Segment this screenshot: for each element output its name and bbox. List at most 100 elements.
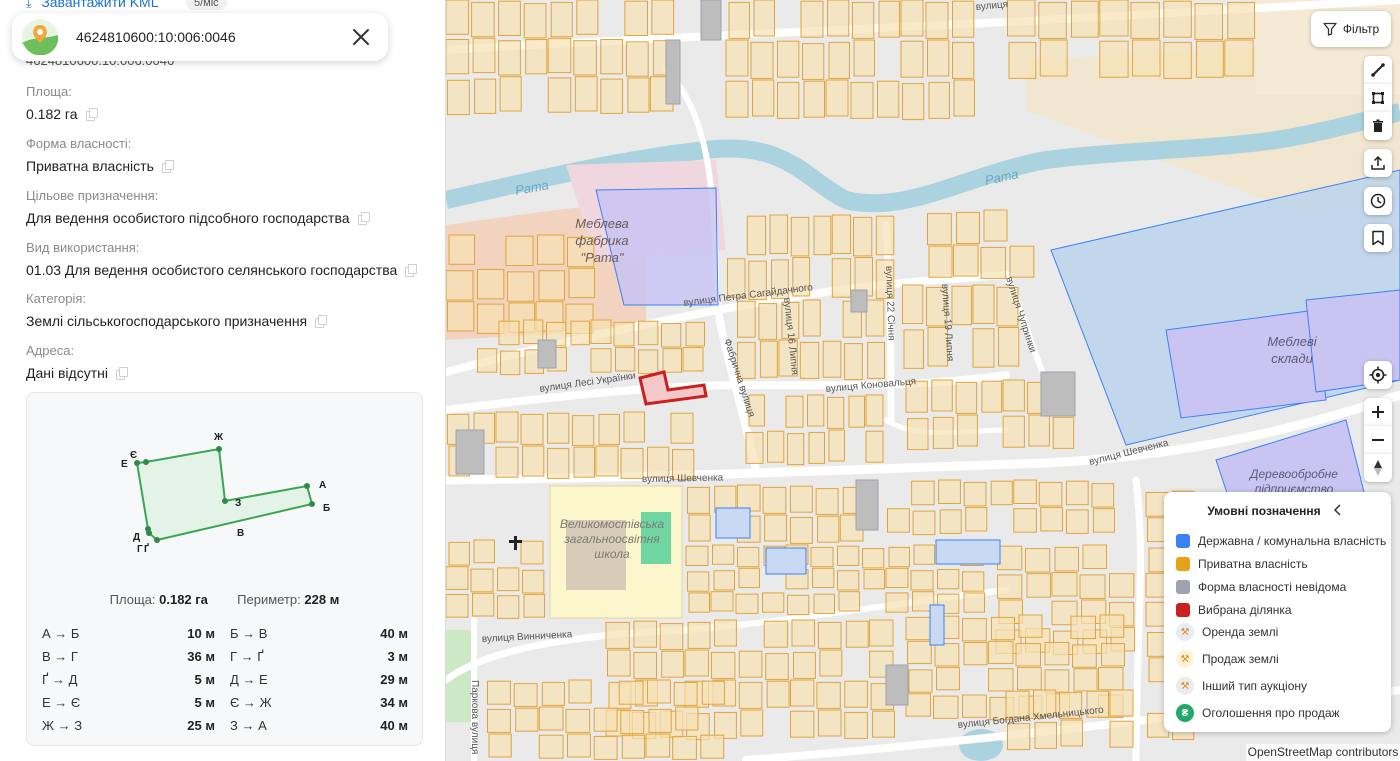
zoom-out-button[interactable] [1364, 426, 1392, 454]
segment-length: 10 м [187, 626, 215, 641]
legend-label: Форма власності невідома [1198, 580, 1347, 594]
download-kml-link[interactable]: ⤓ Завантажити KML [26, 0, 159, 11]
vertex-label: А [319, 480, 326, 491]
copy-icon[interactable] [115, 367, 128, 380]
cadastral-number-display[interactable]: 4624810600:10:006:0046 [76, 29, 346, 45]
legend-label: Оренда землі [1202, 625, 1279, 639]
field-value: Землі сільськогосподарського призначення [26, 313, 308, 329]
legend-item: ⚒ Оренда землі [1176, 623, 1278, 641]
app-root: Рата Рата Меблева фабрика "Рата" Меблеві… [0, 0, 1400, 761]
shape-summary: Площа: 0.182 га Периметр: 228 м [27, 592, 422, 607]
legend-item: ⚒ Інший тип аукціону [1176, 677, 1307, 695]
field-label: Категорія: [26, 291, 87, 306]
field-value: Дані відсутні [26, 365, 108, 381]
legend-swatch [1176, 534, 1190, 548]
segment-name: Е → Є [42, 695, 81, 710]
purpose-field: Цільове призначення: Для ведення особист… [26, 188, 426, 226]
copy-icon[interactable] [85, 108, 98, 121]
locate-button[interactable] [1364, 361, 1392, 389]
price-badge: 5/міс [186, 0, 227, 10]
field-label: Цільове призначення: [26, 188, 159, 203]
compass-icon [1374, 460, 1382, 476]
measure-area-button[interactable] [1364, 84, 1392, 112]
legend-label: Вибрана ділянка [1198, 603, 1292, 617]
locate-icon [1369, 366, 1387, 384]
parcel-shape-card: А Б В Г Ґ Д Е Є Ж З Площа: 0.182 га Пери… [26, 392, 423, 746]
street-label: вулиця Шевченка [642, 473, 724, 485]
segment-cell: Г → Ґ 3 м [225, 649, 408, 664]
segment-cell: З → А 40 м [225, 718, 408, 733]
zoom-in-button[interactable] [1364, 398, 1392, 426]
measure-area-icon [1372, 92, 1384, 104]
search-card: 4624810600:10:006:0046 [12, 13, 388, 61]
vertex-label: В [237, 528, 244, 539]
field-label: Адреса: [26, 343, 75, 358]
legend-item: Державна / комунальна власність [1176, 534, 1386, 548]
bookmark-button[interactable] [1364, 224, 1392, 252]
segment-length: 25 м [187, 718, 215, 733]
segment-name: З → А [230, 718, 267, 733]
history-button[interactable] [1364, 187, 1392, 215]
legend-item: ₴ Оголошення про продаж [1176, 704, 1340, 722]
field-label: Площа: [26, 84, 72, 99]
field-value: Приватна власність [26, 158, 154, 174]
zoom-in-icon [1372, 406, 1384, 418]
segment-name: А → Б [42, 626, 80, 641]
school-label: Великомостівська [560, 517, 665, 531]
segment-row: Ж → З 25 м З → А 40 м [42, 714, 408, 737]
segment-name: Є → Ж [230, 695, 272, 710]
copy-icon[interactable] [161, 160, 174, 173]
segment-cell: Д → Е 29 м [225, 672, 408, 687]
woodworking-label: Деревообробне [1248, 467, 1338, 481]
vertex-label: Є [130, 450, 137, 461]
parcel-shape-diagram: А Б В Г Ґ Д Е Є Ж З [121, 432, 330, 555]
segment-row: А → Б 10 м Б → В 40 м [42, 622, 408, 645]
filter-button[interactable]: Фільтр [1311, 11, 1391, 47]
field-value: 0.182 га [26, 106, 78, 122]
factory-label: Меблева [575, 216, 628, 231]
perimeter-summary-label: Периметр: [237, 592, 301, 607]
vertex-label: Г [137, 544, 143, 555]
close-icon [353, 29, 369, 45]
legend-item: Вибрана ділянка [1176, 603, 1292, 617]
segment-name: Г → Ґ [230, 649, 264, 664]
legend-label: Продаж землі [1202, 652, 1279, 666]
map-attribution[interactable]: OpenStreetMap contributors [1246, 744, 1400, 761]
segment-row: Ґ → Д 5 м Д → Е 29 м [42, 668, 408, 691]
segment-length: 36 м [187, 649, 215, 664]
warehouse-label: склади [1271, 351, 1313, 366]
factory-label: "Рата" [580, 250, 624, 265]
close-button[interactable] [346, 22, 376, 52]
chevron-left-icon [1333, 504, 1341, 516]
copy-icon[interactable] [405, 264, 418, 277]
segment-name: Ґ → Д [42, 672, 78, 687]
trash-icon [1373, 119, 1383, 132]
delete-measure-button[interactable] [1364, 112, 1392, 140]
segment-cell: Б → В 40 м [225, 626, 408, 641]
rent-auction-icon: ⚒ [1176, 623, 1194, 641]
field-label: Вид використання: [26, 240, 140, 255]
perimeter-summary-value: 228 м [304, 592, 340, 607]
field-value: 01.03 Для ведення особистого селянського… [26, 262, 398, 278]
segment-cell: А → Б 10 м [42, 626, 225, 641]
vertex-label: Б [323, 503, 330, 514]
legend-label: Інший тип аукціону [1202, 679, 1307, 693]
legend-item: ⚒ Продаж землі [1176, 650, 1279, 668]
ownership-field: Форма власності: Приватна власність [26, 136, 426, 174]
compass-button[interactable] [1364, 454, 1392, 482]
area-summary-value: 0.182 га [159, 592, 208, 607]
export-button[interactable] [1364, 149, 1392, 177]
sale-auction-icon: ⚒ [1176, 650, 1194, 668]
app-logo-icon [22, 19, 58, 55]
segment-cell: В → Г 36 м [42, 649, 225, 664]
legend-item: Форма власності невідома [1176, 580, 1346, 594]
measure-line-button[interactable] [1364, 56, 1392, 84]
segment-length: 40 м [380, 718, 408, 733]
field-value: Для ведення особистого підсобного господ… [26, 210, 350, 226]
copy-icon[interactable] [315, 315, 328, 328]
legend-collapse-button[interactable] [1330, 502, 1346, 518]
warehouse-label: Меблеві [1267, 334, 1317, 349]
legend-swatch [1176, 603, 1190, 617]
segment-name: Д → Е [230, 672, 268, 687]
copy-icon[interactable] [357, 212, 370, 225]
